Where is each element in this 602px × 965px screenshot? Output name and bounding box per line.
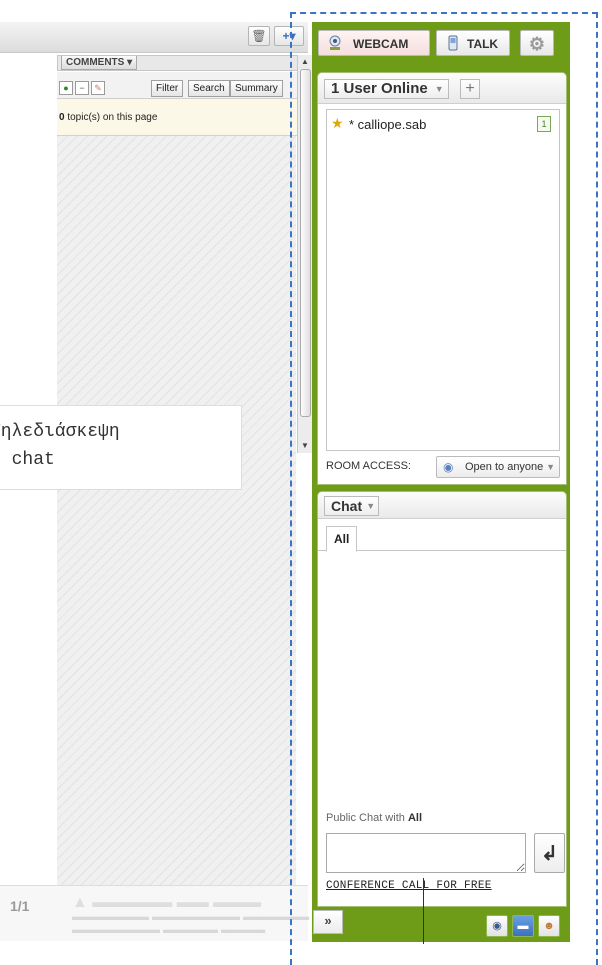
comments-scrollbar[interactable]: ▲ ▼ [297, 55, 312, 453]
comments-toolbar: ● − ✎ Filter Search Summary [57, 72, 297, 99]
page-footer: 1/1 ▲ ▬▬▬▬▬ ▬▬ ▬▬▬ ▬▬▬▬▬▬▬ ▬▬▬▬▬▬▬▬ ▬▬▬▬▬… [0, 885, 309, 941]
tab-all[interactable]: All [326, 526, 358, 552]
chevron-down-icon: ▼ [546, 462, 555, 472]
scroll-down-icon[interactable]: ▼ [300, 441, 310, 451]
chevron-down-icon: ▼ [366, 501, 376, 511]
room-access-label: ROOM ACCESS: [326, 460, 411, 472]
comments-header: COMMENTS ▾ [57, 55, 302, 71]
page-indicator: 1/1 [10, 898, 30, 914]
room-access-value: Open to anyone [465, 461, 544, 473]
public-chat-label: Public Chat with All [326, 812, 422, 824]
gear-icon: ⚙ [528, 34, 546, 54]
room-access-select[interactable]: ◉ Open to anyone ▼ [436, 456, 560, 478]
edit-note-icon[interactable]: ✎ [91, 81, 105, 95]
talk-label: TALK [467, 37, 499, 51]
star-icon: ★ [331, 115, 344, 131]
collapse-icon[interactable]: − [75, 81, 89, 95]
trash-icon: 🗑 [251, 29, 267, 43]
comments-tab[interactable]: COMMENTS ▾ [61, 56, 138, 70]
chat-title: Chat [331, 498, 363, 514]
chat-bubble-icon[interactable]: ▬ [512, 915, 534, 937]
user-list: ★ * calliope.sab 1 [326, 109, 560, 451]
enter-icon: ↲ [541, 843, 558, 865]
topic-count-row: 0 topic(s) on this page [57, 99, 297, 136]
chat-input[interactable] [326, 833, 526, 873]
users-count: 1 User Online [331, 80, 428, 97]
users-pod: 1 User Online ▼ + ★ * calliope.sab 1 ROO… [317, 72, 567, 485]
users-dropdown[interactable]: 1 User Online ▼ [324, 79, 449, 99]
bottom-bar: ◉ ▬ ☻ [312, 910, 570, 940]
webcam-icon [329, 35, 341, 50]
eye-icon: ◉ [443, 460, 454, 474]
annotation-line-2: - chat [0, 450, 55, 470]
pointer-line [423, 878, 424, 944]
list-item[interactable]: ★ * calliope.sab 1 [327, 115, 557, 133]
chat-tabs: All [318, 526, 566, 552]
chat-pod: Chat ▼ All Public Chat with All ↲ CONFER… [317, 491, 567, 907]
new-comment-icon[interactable]: ● [59, 81, 73, 95]
tab-filter[interactable]: Filter [151, 80, 184, 97]
plus-icon: + [465, 80, 475, 97]
room-access: ROOM ACCESS: ◉ Open to anyone ▼ [326, 453, 560, 479]
user-badge: 1 [537, 116, 551, 132]
scroll-thumb[interactable] [300, 69, 311, 417]
add-dropdown-button[interactable]: +▾ [274, 26, 304, 46]
chevron-down-icon: ▼ [434, 84, 444, 94]
tab-summary[interactable]: Summary [230, 80, 283, 97]
media-toolbar: WEBCAM TALK ⚙ [312, 22, 570, 68]
talk-button[interactable]: TALK [436, 30, 510, 56]
trash-button[interactable]: 🗑 [248, 26, 270, 46]
comments-canvas [57, 136, 296, 936]
webcam-button[interactable]: WEBCAM [318, 30, 430, 56]
faded-notice: ▲ ▬▬▬▬▬ ▬▬ ▬▬▬ ▬▬▬▬▬▬▬ ▬▬▬▬▬▬▬▬ ▬▬▬▬▬▬ ▬▬▬… [72, 894, 310, 937]
annotation-line-1: Τηλεδιάσκεψη [0, 422, 120, 442]
user-name: * calliope.sab [349, 117, 427, 132]
user-icon[interactable]: ☻ [538, 915, 560, 937]
chat-header: Chat ▼ [318, 492, 566, 519]
tab-search[interactable]: Search [188, 80, 230, 97]
top-toolbar: 🗑 +▾ [0, 22, 308, 53]
add-dropdown-icon: +▾ [282, 29, 296, 43]
chat-dropdown[interactable]: Chat ▼ [324, 496, 380, 516]
expand-button[interactable]: » [313, 910, 343, 934]
conference-call-link[interactable]: CONFERENCE CALL FOR FREE [326, 880, 492, 892]
annotation-label: Τηλεδιάσκεψη - chat [0, 405, 242, 490]
users-header: 1 User Online ▼ + [318, 73, 566, 104]
phone-icon [448, 35, 458, 51]
scroll-up-icon[interactable]: ▲ [300, 57, 310, 67]
send-button[interactable]: ↲ [534, 833, 565, 873]
add-user-button[interactable]: + [460, 79, 480, 99]
webcam-label: WEBCAM [353, 37, 409, 51]
topic-count: 0 topic(s) on this page [59, 112, 158, 123]
webcam-small-icon[interactable]: ◉ [486, 915, 508, 937]
settings-button[interactable]: ⚙ [520, 30, 554, 56]
